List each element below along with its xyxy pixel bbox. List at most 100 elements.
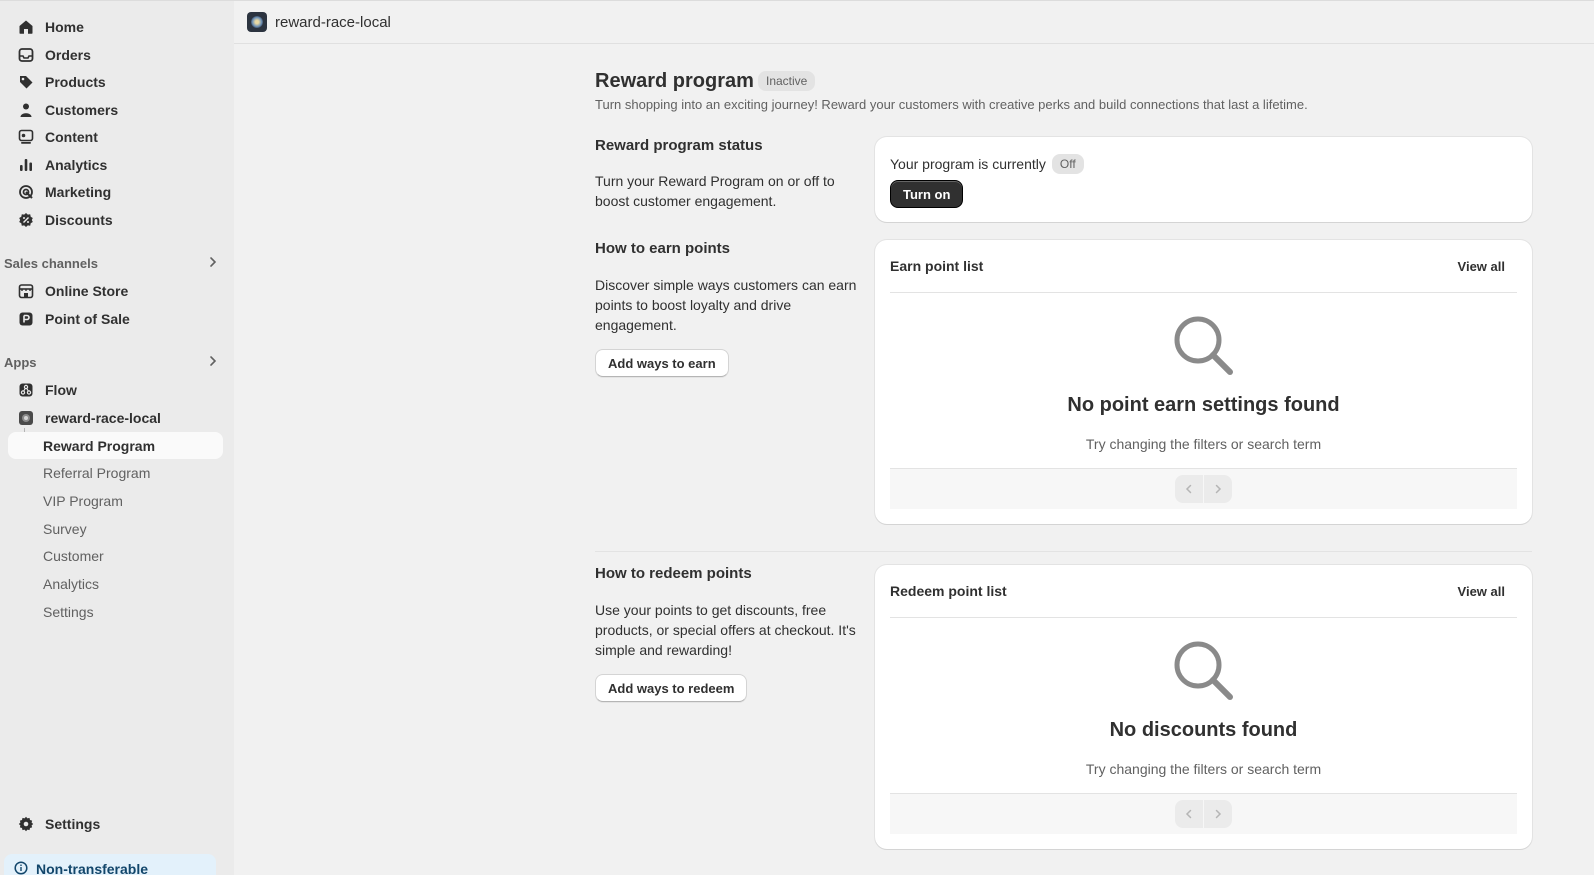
earn-section-title: How to earn points: [595, 240, 730, 257]
sidebar-subitem-survey[interactable]: Survey: [8, 515, 223, 542]
sidebar-item-home[interactable]: Home: [8, 13, 223, 40]
inbox-icon: [17, 46, 35, 64]
content-icon: [17, 128, 35, 146]
next-page-button[interactable]: [1204, 475, 1232, 503]
earn-card-header: Earn point list View all: [890, 240, 1517, 293]
sidebar-item-label: reward-race-local: [45, 409, 161, 426]
earn-view-all-link[interactable]: View all: [1458, 259, 1505, 274]
sidebar-subitem-label: Referral Program: [43, 464, 151, 481]
earn-pagination: [890, 468, 1517, 509]
app-icon: [17, 409, 35, 427]
target-icon: [17, 183, 35, 201]
page-title: Reward program: [595, 70, 754, 92]
status-badge: Inactive: [758, 71, 816, 91]
search-icon: [875, 639, 1532, 703]
apps-header[interactable]: Apps: [4, 351, 223, 373]
redeem-section-title: How to redeem points: [595, 565, 752, 582]
sidebar-subitem-label: Settings: [43, 603, 94, 620]
info-icon: [14, 860, 28, 875]
redeem-section-description: Use your points to get discounts, free p…: [595, 602, 856, 658]
sidebar-item-label: Orders: [45, 46, 91, 63]
program-state-badge: Off: [1051, 154, 1084, 174]
sidebar-item-label: Flow: [45, 381, 77, 398]
sidebar-item-label: Point of Sale: [45, 310, 130, 327]
sidebar-item-online-store[interactable]: Online Store: [8, 277, 223, 304]
sidebar-item-analytics[interactable]: Analytics: [8, 151, 223, 178]
sidebar-item-settings[interactable]: Settings: [8, 810, 223, 837]
sidebar-item-label: Discounts: [45, 211, 113, 228]
sidebar-item-products[interactable]: Products: [8, 68, 223, 95]
home-icon: [17, 18, 35, 36]
sidebar-subitem-label: Survey: [43, 520, 87, 537]
main-content: Reward program Inactive Turn shopping in…: [234, 45, 1594, 875]
pos-icon: [17, 310, 35, 328]
app-title-bar: reward-race-local: [234, 0, 1594, 44]
chevron-right-icon: [207, 354, 219, 370]
sidebar-item-customers[interactable]: Customers: [8, 96, 223, 123]
sales-channels-label: Sales channels: [4, 255, 98, 271]
person-icon: [17, 101, 35, 119]
non-transferable-banner[interactable]: Non-transferable: [4, 854, 216, 875]
previous-page-button[interactable]: [1175, 800, 1203, 828]
redeem-pagination: [890, 793, 1517, 834]
banner-label: Non-transferable: [36, 861, 149, 875]
sidebar-item-marketing[interactable]: Marketing: [8, 178, 223, 205]
status-section-description: Turn your Reward Program on or off to bo…: [595, 173, 835, 209]
earn-empty-title: No point earn settings found: [1067, 394, 1340, 416]
gear-icon: [17, 815, 35, 833]
store-icon: [17, 282, 35, 300]
sidebar-item-reward-race-local[interactable]: reward-race-local: [8, 404, 223, 431]
sidebar: Home Orders Products Customers Content A…: [0, 0, 234, 875]
program-status-text: Your program is currently: [890, 156, 1046, 172]
redeem-view-all-link[interactable]: View all: [1458, 584, 1505, 599]
sales-channels-header[interactable]: Sales channels: [4, 252, 223, 274]
turn-on-button[interactable]: Turn on: [890, 180, 964, 208]
bar-chart-icon: [17, 156, 35, 174]
status-section-title: Reward program status: [595, 137, 763, 154]
sidebar-subitem-referral-program[interactable]: Referral Program: [8, 459, 223, 486]
earn-point-list-card: Earn point list View all No point earn s…: [875, 240, 1532, 524]
chevron-right-icon: [207, 255, 219, 271]
sidebar-subitem-reward-program[interactable]: Reward Program: [8, 432, 223, 459]
discount-icon: [17, 211, 35, 229]
flow-icon: [17, 381, 35, 399]
sidebar-item-label: Home: [45, 18, 84, 35]
redeem-card-title: Redeem point list: [890, 583, 1007, 599]
sidebar-subitem-label: Analytics: [43, 575, 100, 592]
redeem-card-header: Redeem point list View all: [890, 565, 1517, 618]
sidebar-subitem-analytics[interactable]: Analytics: [8, 570, 223, 597]
earn-section-description: Discover simple ways customers can earn …: [595, 277, 857, 333]
sidebar-item-orders[interactable]: Orders: [8, 41, 223, 68]
sidebar-item-label: Customers: [45, 101, 119, 118]
redeem-empty-title: No discounts found: [1109, 719, 1298, 741]
sidebar-item-label: Marketing: [45, 183, 112, 200]
sidebar-subitem-settings[interactable]: Settings: [8, 598, 223, 625]
sidebar-item-label: Analytics: [45, 156, 108, 173]
sidebar-subitem-label: Reward Program: [43, 437, 156, 454]
sidebar-item-label: Settings: [45, 815, 101, 832]
app-logo-icon: [247, 12, 267, 32]
program-status-card: Your program is currently Off Turn on: [875, 137, 1532, 222]
sidebar-item-point-of-sale[interactable]: Point of Sale: [8, 305, 223, 332]
earn-empty-subtitle: Try changing the filters or search term: [1085, 436, 1322, 452]
add-ways-to-earn-button[interactable]: Add ways to earn: [595, 349, 729, 377]
sidebar-item-label: Content: [45, 128, 98, 145]
sidebar-item-label: Online Store: [45, 282, 129, 299]
sidebar-subitem-vip-program[interactable]: VIP Program: [8, 487, 223, 514]
add-ways-to-redeem-button[interactable]: Add ways to redeem: [595, 674, 748, 702]
apps-label: Apps: [4, 354, 37, 370]
section-divider: [595, 551, 1532, 552]
sidebar-item-flow[interactable]: Flow: [8, 376, 223, 403]
app-name: reward-race-local: [275, 13, 391, 31]
sidebar-item-discounts[interactable]: Discounts: [8, 206, 223, 233]
sidebar-subitem-customer[interactable]: Customer: [8, 542, 223, 569]
next-page-button[interactable]: [1204, 800, 1232, 828]
sidebar-item-content[interactable]: Content: [8, 123, 223, 150]
tag-icon: [17, 73, 35, 91]
earn-card-title: Earn point list: [890, 258, 984, 274]
redeem-empty-subtitle: Try changing the filters or search term: [1085, 761, 1322, 777]
search-icon: [875, 314, 1532, 378]
previous-page-button[interactable]: [1175, 475, 1203, 503]
sidebar-subitem-label: Customer: [43, 547, 104, 564]
page-subtitle: Turn shopping into an exciting journey! …: [595, 97, 1308, 112]
